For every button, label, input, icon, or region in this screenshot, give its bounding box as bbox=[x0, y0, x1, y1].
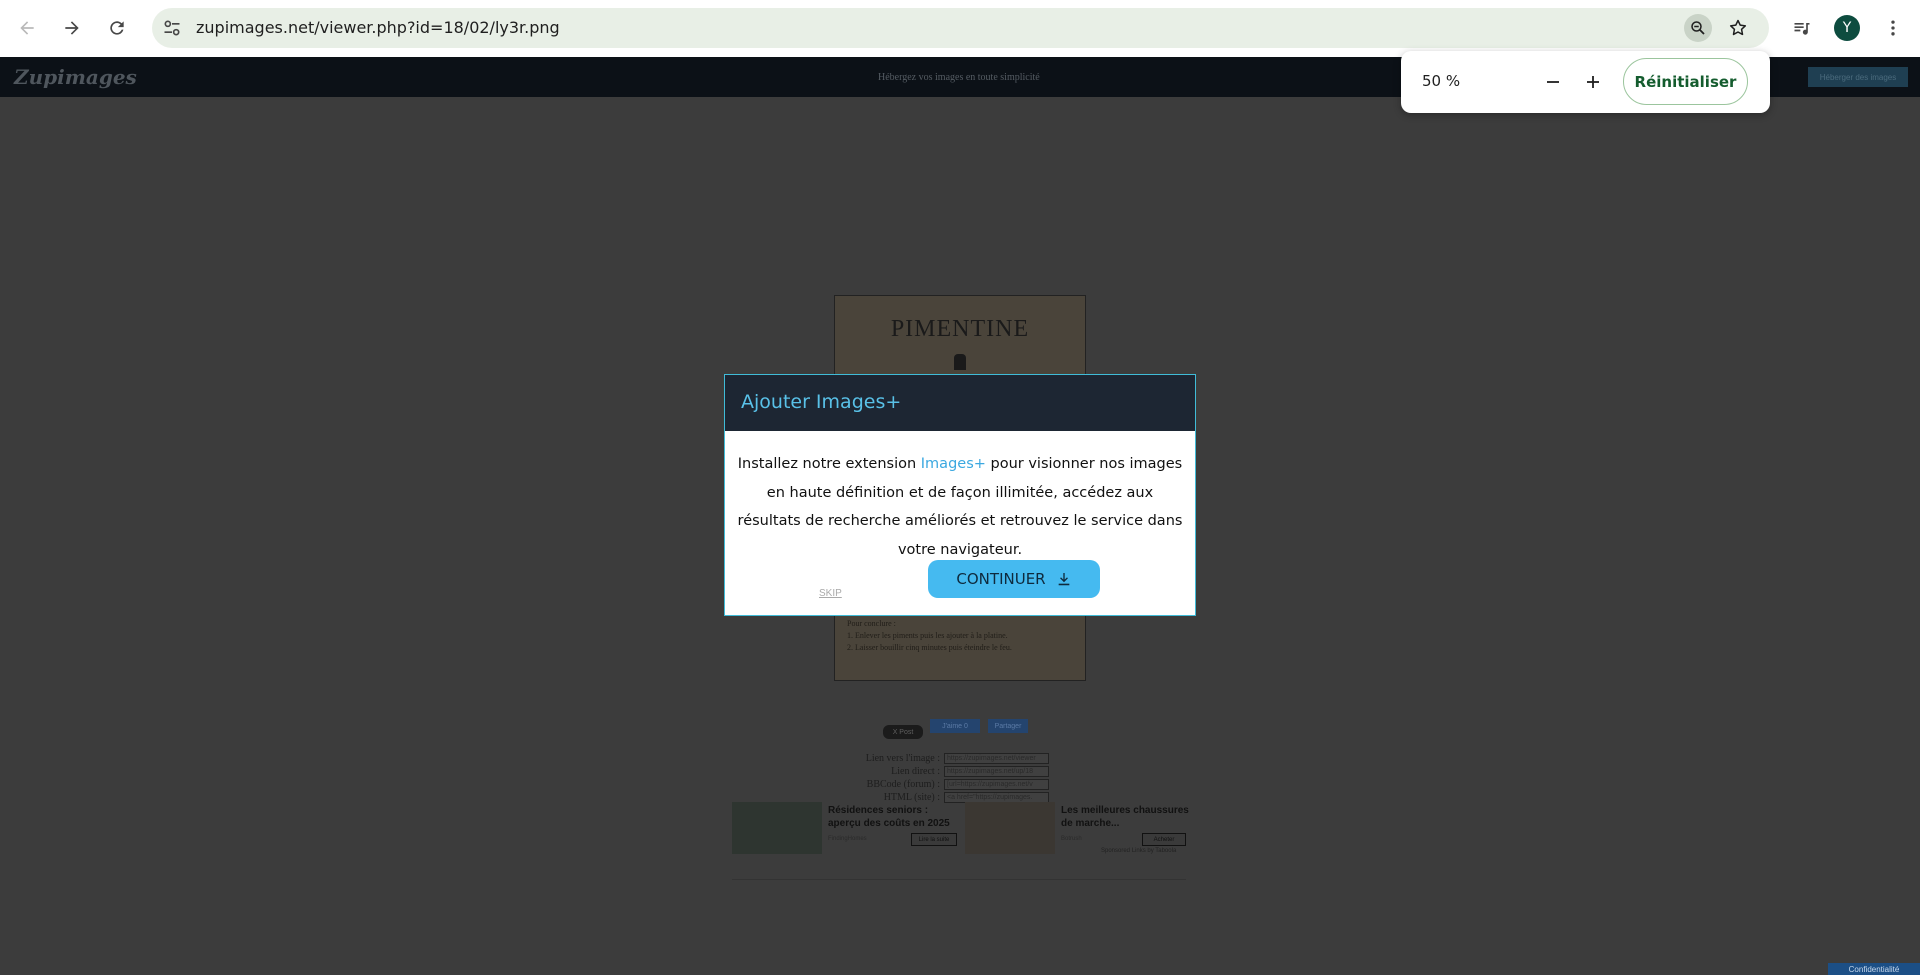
link-row: BBCode (forum) : [url=https://zupimages.… bbox=[860, 778, 1049, 791]
site-slogan: Hébergez vos images en toute simplicité bbox=[878, 72, 1040, 83]
arrow-right-icon bbox=[65, 21, 79, 35]
images-plus-link[interactable]: Images+ bbox=[921, 456, 986, 472]
link-label: BBCode (forum) : bbox=[866, 779, 940, 790]
forward-button[interactable] bbox=[56, 12, 88, 44]
reload-button[interactable] bbox=[101, 12, 133, 44]
ad-card[interactable]: Résidences seniors : aperçu des coûts en… bbox=[732, 802, 962, 854]
x-post-button[interactable]: X Post bbox=[883, 725, 923, 739]
link-field[interactable]: https://zupimages.net/viewer bbox=[944, 753, 1049, 764]
modal-title: Ajouter Images+ bbox=[741, 391, 902, 413]
divider bbox=[732, 879, 1186, 880]
address-bar[interactable]: zupimages.net/viewer.php?id=18/02/ly3r.p… bbox=[152, 8, 1769, 48]
zoom-indicator-button[interactable] bbox=[1684, 14, 1712, 42]
image-links-table: Lien vers l'image : https://zupimages.ne… bbox=[860, 752, 1049, 804]
link-label: Lien direct : bbox=[891, 766, 940, 777]
ad-title[interactable]: Résidences seniors : aperçu des coûts en… bbox=[828, 804, 956, 830]
ad-card[interactable]: Les meilleures chaussures de marche... B… bbox=[965, 802, 1189, 854]
continue-label: CONTINUER bbox=[956, 570, 1046, 588]
bookmark-button[interactable] bbox=[1724, 14, 1752, 42]
zoom-out-button[interactable] bbox=[1539, 68, 1567, 96]
zoom-popup: 50 % Réinitialiser bbox=[1401, 51, 1770, 113]
ad-source: Botrush bbox=[1061, 836, 1082, 842]
link-row: Lien vers l'image : https://zupimages.ne… bbox=[860, 752, 1049, 765]
link-label: Lien vers l'image : bbox=[865, 753, 940, 764]
browser-menu-button[interactable] bbox=[1878, 13, 1908, 43]
upload-images-button[interactable]: Héberger des images bbox=[1808, 67, 1908, 87]
ad-button[interactable]: Lire la suite bbox=[911, 833, 957, 846]
url-text[interactable]: zupimages.net/viewer.php?id=18/02/ly3r.p… bbox=[196, 18, 560, 38]
zoom-reset-button[interactable]: Réinitialiser bbox=[1623, 58, 1748, 105]
zoom-level: 50 % bbox=[1422, 72, 1461, 90]
music-queue-icon bbox=[1794, 23, 1810, 35]
zoom-out-icon bbox=[1691, 21, 1705, 35]
reload-icon bbox=[110, 21, 124, 35]
ad-title[interactable]: Les meilleures chaussures de marche... bbox=[1061, 804, 1189, 830]
arrow-left-icon bbox=[20, 21, 34, 35]
media-controls-button[interactable] bbox=[1787, 13, 1817, 43]
modal-header: Ajouter Images+ bbox=[725, 375, 1195, 431]
browser-toolbar: zupimages.net/viewer.php?id=18/02/ly3r.p… bbox=[0, 0, 1920, 57]
link-field[interactable]: https://zupimages.net/up/18 bbox=[944, 766, 1049, 777]
ads-credit[interactable]: Sponsored Links by Taboola bbox=[1101, 848, 1176, 854]
zoom-in-button[interactable] bbox=[1579, 68, 1607, 96]
privacy-settings-button[interactable]: Confidentialité bbox=[1828, 963, 1920, 975]
facebook-like-button[interactable]: J'aime 0 bbox=[930, 719, 980, 733]
modal-text: Installez notre extension bbox=[737, 456, 921, 472]
extension-modal: Ajouter Images+ Installez notre extensio… bbox=[724, 374, 1196, 616]
plus-icon bbox=[1587, 76, 1599, 88]
back-button[interactable] bbox=[11, 12, 43, 44]
ad-image[interactable] bbox=[965, 802, 1055, 854]
download-icon bbox=[1058, 573, 1069, 586]
facebook-share-button[interactable]: Partager bbox=[988, 719, 1028, 733]
image-text: Pour conclure : 1. Enlever les piments p… bbox=[847, 619, 1012, 652]
modal-message: Installez notre extension Images+ pour v… bbox=[735, 450, 1185, 564]
continue-button[interactable]: CONTINUER bbox=[928, 560, 1100, 598]
site-settings-icon[interactable] bbox=[162, 18, 182, 38]
image-title: PIMENTINE bbox=[890, 316, 1030, 342]
image-illustration bbox=[954, 354, 966, 370]
ad-source: FindingHomes bbox=[828, 836, 867, 842]
profile-avatar[interactable]: Y bbox=[1834, 15, 1860, 41]
skip-link[interactable]: SKIP bbox=[819, 588, 842, 599]
link-field[interactable]: [url=https://zupimages.net/v bbox=[944, 779, 1049, 790]
link-row: Lien direct : https://zupimages.net/up/1… bbox=[860, 765, 1049, 778]
site-logo[interactable]: Zupimages bbox=[14, 65, 137, 89]
ad-image[interactable] bbox=[732, 802, 822, 854]
minus-icon bbox=[1547, 81, 1559, 83]
more-vert-icon bbox=[1891, 20, 1895, 36]
ad-button[interactable]: Acheter bbox=[1142, 833, 1186, 846]
star-icon bbox=[1729, 19, 1747, 36]
